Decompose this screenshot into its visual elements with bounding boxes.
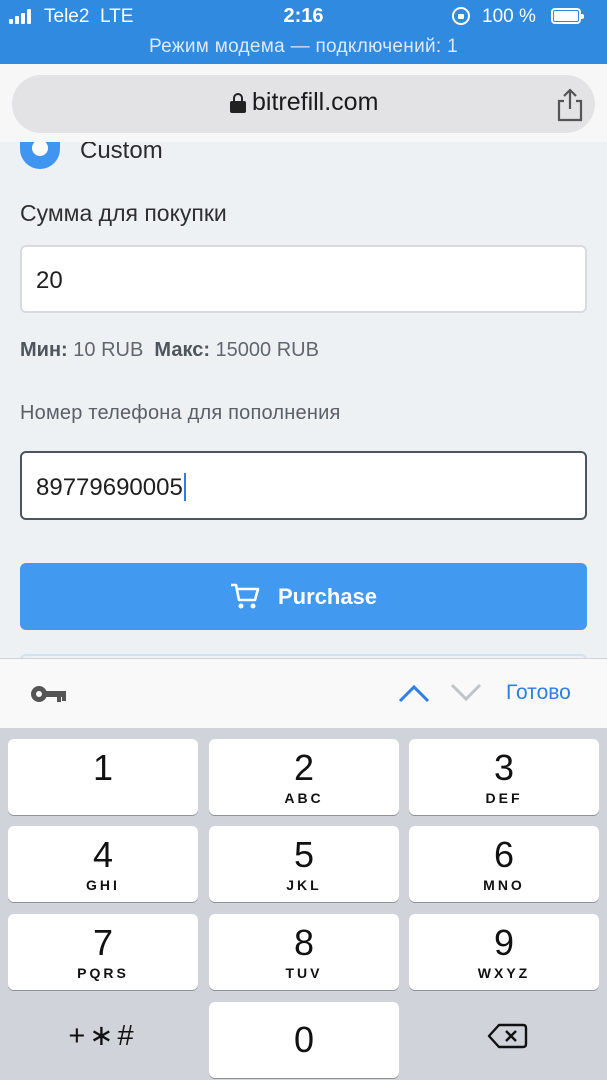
rotation-lock-icon xyxy=(452,7,470,25)
chevron-up-icon[interactable] xyxy=(398,681,430,705)
backspace-icon[interactable] xyxy=(409,1006,599,1066)
url-text: bitrefill.com xyxy=(252,88,379,116)
phone-label: Номер телефона для пополнения xyxy=(20,402,341,424)
max-label: Макс: xyxy=(154,339,210,361)
purchase-label: Purchase xyxy=(277,584,378,609)
keyboard-accessory-bar: Готово xyxy=(0,658,607,728)
min-value: 10 RUB xyxy=(73,339,144,361)
key-3[interactable]: 3 DEF xyxy=(409,739,599,815)
purchase-button[interactable]: Purchase xyxy=(20,563,587,630)
max-value: 15000 RUB xyxy=(215,339,319,361)
address-bar[interactable]: bitrefill.com xyxy=(12,75,595,133)
share-icon[interactable] xyxy=(555,88,585,122)
done-button[interactable]: Готово xyxy=(506,681,571,705)
key-8[interactable]: 8 TUV xyxy=(209,914,399,990)
symbols-key[interactable]: +∗# xyxy=(8,1006,198,1066)
key-5[interactable]: 5 JKL xyxy=(209,826,399,902)
key-2[interactable]: 2 ABC xyxy=(209,739,399,815)
radio-custom-label: Custom xyxy=(80,142,163,164)
hotspot-banner[interactable]: Режим модема — подключений: 1 xyxy=(0,36,607,58)
key-7[interactable]: 7 PQRS xyxy=(8,914,198,990)
amount-label: Сумма для покупки xyxy=(20,200,227,226)
amount-input[interactable]: 20 xyxy=(20,245,587,313)
battery-icon xyxy=(551,8,584,24)
key-6[interactable]: 6 MNO xyxy=(409,826,599,902)
lock-icon xyxy=(230,93,246,113)
amount-limits: Мин: 10 RUB Макс: 15000 RUB xyxy=(20,339,319,362)
battery-percent: 100 % xyxy=(482,6,536,27)
phone-input[interactable]: 89779690005 xyxy=(20,451,587,520)
browser-toolbar: bitrefill.com xyxy=(0,64,607,142)
radio-custom[interactable] xyxy=(20,142,60,169)
numeric-keypad: 1 2 ABC 3 DEF 4 GHI 5 JKL 6 MNO 7 PQRS 8 TUV 9W… xyxy=(0,728,607,1080)
key-9[interactable]: 9 WXYZ xyxy=(409,914,599,990)
page-content: Custom Сумма для покупки 20 Мин: 10 RUB … xyxy=(0,142,607,658)
key-4[interactable]: 4 GHI xyxy=(8,826,198,902)
phone-input-value: 89779690005 xyxy=(36,474,183,501)
status-bar: Tele2 LTE 2:16 100 % Режим модема — подк… xyxy=(0,0,607,64)
min-label: Мин: xyxy=(20,339,68,361)
key-1[interactable]: 1 xyxy=(8,739,198,815)
cart-icon xyxy=(230,569,260,609)
chevron-down-icon[interactable] xyxy=(450,681,482,705)
key-0[interactable]: 0 xyxy=(209,1002,399,1078)
text-caret xyxy=(183,473,186,501)
key-icon[interactable] xyxy=(30,683,68,705)
